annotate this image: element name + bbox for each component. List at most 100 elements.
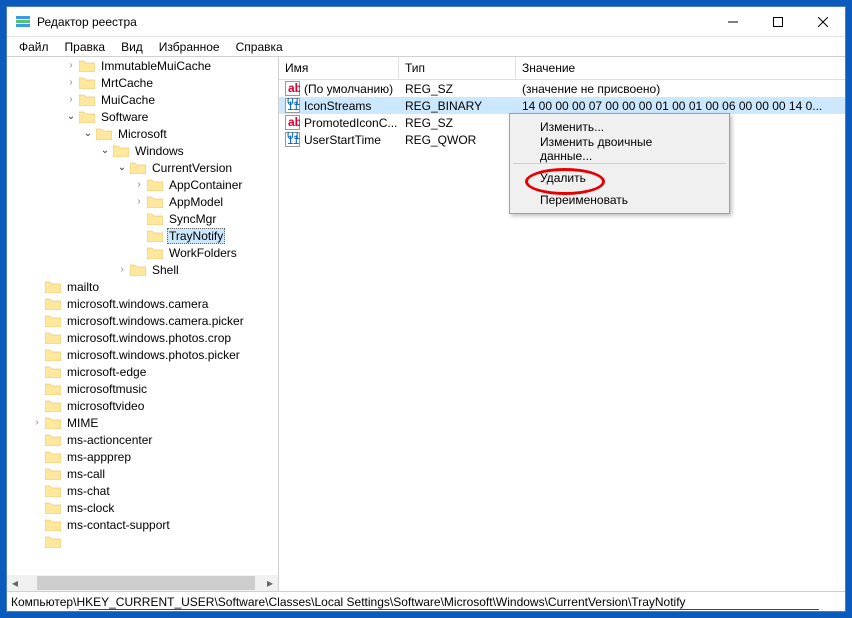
scroll-left-button[interactable]: ◂ <box>7 575 23 591</box>
window-title: Редактор реестра <box>37 15 710 29</box>
menu-favorites[interactable]: Избранное <box>151 38 228 56</box>
tree-label: mailto <box>65 280 101 294</box>
annotation-underline <box>79 609 819 610</box>
ctx-modify-binary[interactable]: Изменить двоичные данные... <box>512 138 727 160</box>
tree-label: microsoft.windows.camera.picker <box>65 314 246 328</box>
titlebar[interactable]: Редактор реестра <box>7 7 845 37</box>
collapse-icon[interactable]: ⌄ <box>99 145 111 156</box>
tree-label: Microsoft <box>116 127 169 141</box>
tree-node[interactable]: ms-contact-support <box>7 516 278 533</box>
tree-node[interactable]: microsoft.windows.camera.picker <box>7 312 278 329</box>
tree-node[interactable]: ⌄Windows <box>7 142 278 159</box>
menu-view[interactable]: Вид <box>113 38 151 56</box>
registry-tree[interactable]: ›ImmutableMuiCache›MrtCache›MuiCache⌄Sof… <box>7 57 278 575</box>
tree-label: ImmutableMuiCache <box>99 59 213 73</box>
expand-icon[interactable]: › <box>133 196 145 207</box>
tree-label: microsoft.windows.photos.picker <box>65 348 242 362</box>
statusbar: Компьютер\HKEY_CURRENT_USER\Software\Cla… <box>7 591 845 611</box>
expand-icon[interactable]: › <box>133 179 145 190</box>
tree-node[interactable]: ms-appprep <box>7 448 278 465</box>
tree-node[interactable]: ⌄ Microsoft <box>7 125 278 142</box>
scroll-right-button[interactable]: ▸ <box>262 575 278 591</box>
menu-help[interactable]: Справка <box>228 38 291 56</box>
svg-text:ab: ab <box>288 81 300 95</box>
list-row[interactable]: 011110IconStreamsREG_BINARY14 00 00 00 0… <box>279 97 845 114</box>
menu-file[interactable]: Файл <box>11 38 57 56</box>
tree-node[interactable]: ms-chat <box>7 482 278 499</box>
tree-label: microsoftmusic <box>65 382 149 396</box>
scroll-track[interactable] <box>23 575 262 591</box>
tree-label: SyncMgr <box>167 212 218 226</box>
ctx-rename[interactable]: Переименовать <box>512 189 727 211</box>
tree-node[interactable]: ms-actioncenter <box>7 431 278 448</box>
tree-label: TrayNotify <box>167 228 225 244</box>
tree-label: AppContainer <box>167 178 244 192</box>
tree-node[interactable]: TrayNotify <box>7 227 278 244</box>
tree-label: ms-contact-support <box>65 518 172 532</box>
tree-node[interactable]: › ImmutableMuiCache <box>7 57 278 74</box>
tree-node[interactable]: microsoft-edge <box>7 363 278 380</box>
tree-label: microsoft-edge <box>65 365 148 379</box>
menubar: Файл Правка Вид Избранное Справка <box>7 37 845 57</box>
tree-label: MuiCache <box>99 93 157 107</box>
cell-name: abPromotedIconC... <box>279 115 399 130</box>
tree-label: ms-clock <box>65 501 116 515</box>
tree-label: Software <box>99 110 150 124</box>
collapse-icon[interactable]: ⌄ <box>65 111 77 122</box>
context-menu: Изменить... Изменить двоичные данные... … <box>509 113 730 214</box>
collapse-icon[interactable]: ⌄ <box>82 128 94 139</box>
tree-node[interactable] <box>7 533 278 550</box>
scroll-thumb[interactable] <box>37 576 255 590</box>
expand-icon[interactable]: › <box>65 60 77 71</box>
tree-label: AppModel <box>167 195 225 209</box>
tree-node[interactable]: ⌄ CurrentVersion <box>7 159 278 176</box>
header-type[interactable]: Тип <box>399 57 516 79</box>
cell-type: REG_SZ <box>399 82 516 96</box>
expand-icon[interactable]: › <box>116 264 128 275</box>
tree-node[interactable]: microsoft.windows.photos.crop <box>7 329 278 346</box>
tree-node[interactable]: ms-call <box>7 465 278 482</box>
cell-type: REG_SZ <box>399 116 516 130</box>
expand-icon[interactable]: › <box>31 417 43 428</box>
svg-text:110: 110 <box>287 133 300 147</box>
tree-node[interactable]: ms-clock <box>7 499 278 516</box>
horizontal-scrollbar[interactable]: ◂ ▸ <box>7 575 278 591</box>
close-button[interactable] <box>800 7 845 36</box>
tree-node[interactable]: WorkFolders <box>7 244 278 261</box>
tree-label: ms-chat <box>65 484 112 498</box>
tree-node[interactable]: SyncMgr <box>7 210 278 227</box>
expand-icon[interactable]: › <box>65 94 77 105</box>
tree-node[interactable]: microsoftvideo <box>7 397 278 414</box>
cell-name: ab(По умолчанию) <box>279 81 399 96</box>
tree-node[interactable]: ›MIME <box>7 414 278 431</box>
svg-text:ab: ab <box>288 115 300 129</box>
tree-node[interactable]: › AppContainer <box>7 176 278 193</box>
tree-node[interactable]: ⌄ Software <box>7 108 278 125</box>
ctx-separator <box>513 163 726 164</box>
ctx-delete[interactable]: Удалить <box>512 167 727 189</box>
tree-pane: ›ImmutableMuiCache›MrtCache›MuiCache⌄Sof… <box>7 57 279 591</box>
cell-value: (значение не присвоено) <box>516 82 845 96</box>
list-header: Имя Тип Значение <box>279 57 845 80</box>
tree-node[interactable]: microsoft.windows.photos.picker <box>7 346 278 363</box>
svg-text:110: 110 <box>287 99 300 113</box>
tree-node[interactable]: microsoftmusic <box>7 380 278 397</box>
tree-node[interactable]: ›MrtCache <box>7 74 278 91</box>
tree-node[interactable]: microsoft.windows.camera <box>7 295 278 312</box>
cell-value: 14 00 00 00 07 00 00 00 01 00 01 00 06 0… <box>516 99 845 113</box>
minimize-button[interactable] <box>710 7 755 36</box>
menu-edit[interactable]: Правка <box>57 38 114 56</box>
maximize-button[interactable] <box>755 7 800 36</box>
tree-node[interactable]: › MuiCache <box>7 91 278 108</box>
tree-label: Shell <box>150 263 181 277</box>
header-name[interactable]: Имя <box>279 57 399 79</box>
tree-node[interactable]: mailto <box>7 278 278 295</box>
collapse-icon[interactable]: ⌄ <box>116 162 128 173</box>
tree-label: CurrentVersion <box>150 161 234 175</box>
expand-icon[interactable]: › <box>65 77 77 88</box>
list-row[interactable]: ab(По умолчанию)REG_SZ(значение не присв… <box>279 80 845 97</box>
tree-node[interactable]: › Shell <box>7 261 278 278</box>
tree-node[interactable]: › AppModel <box>7 193 278 210</box>
header-value[interactable]: Значение <box>516 57 845 79</box>
tree-label: ms-call <box>65 467 107 481</box>
